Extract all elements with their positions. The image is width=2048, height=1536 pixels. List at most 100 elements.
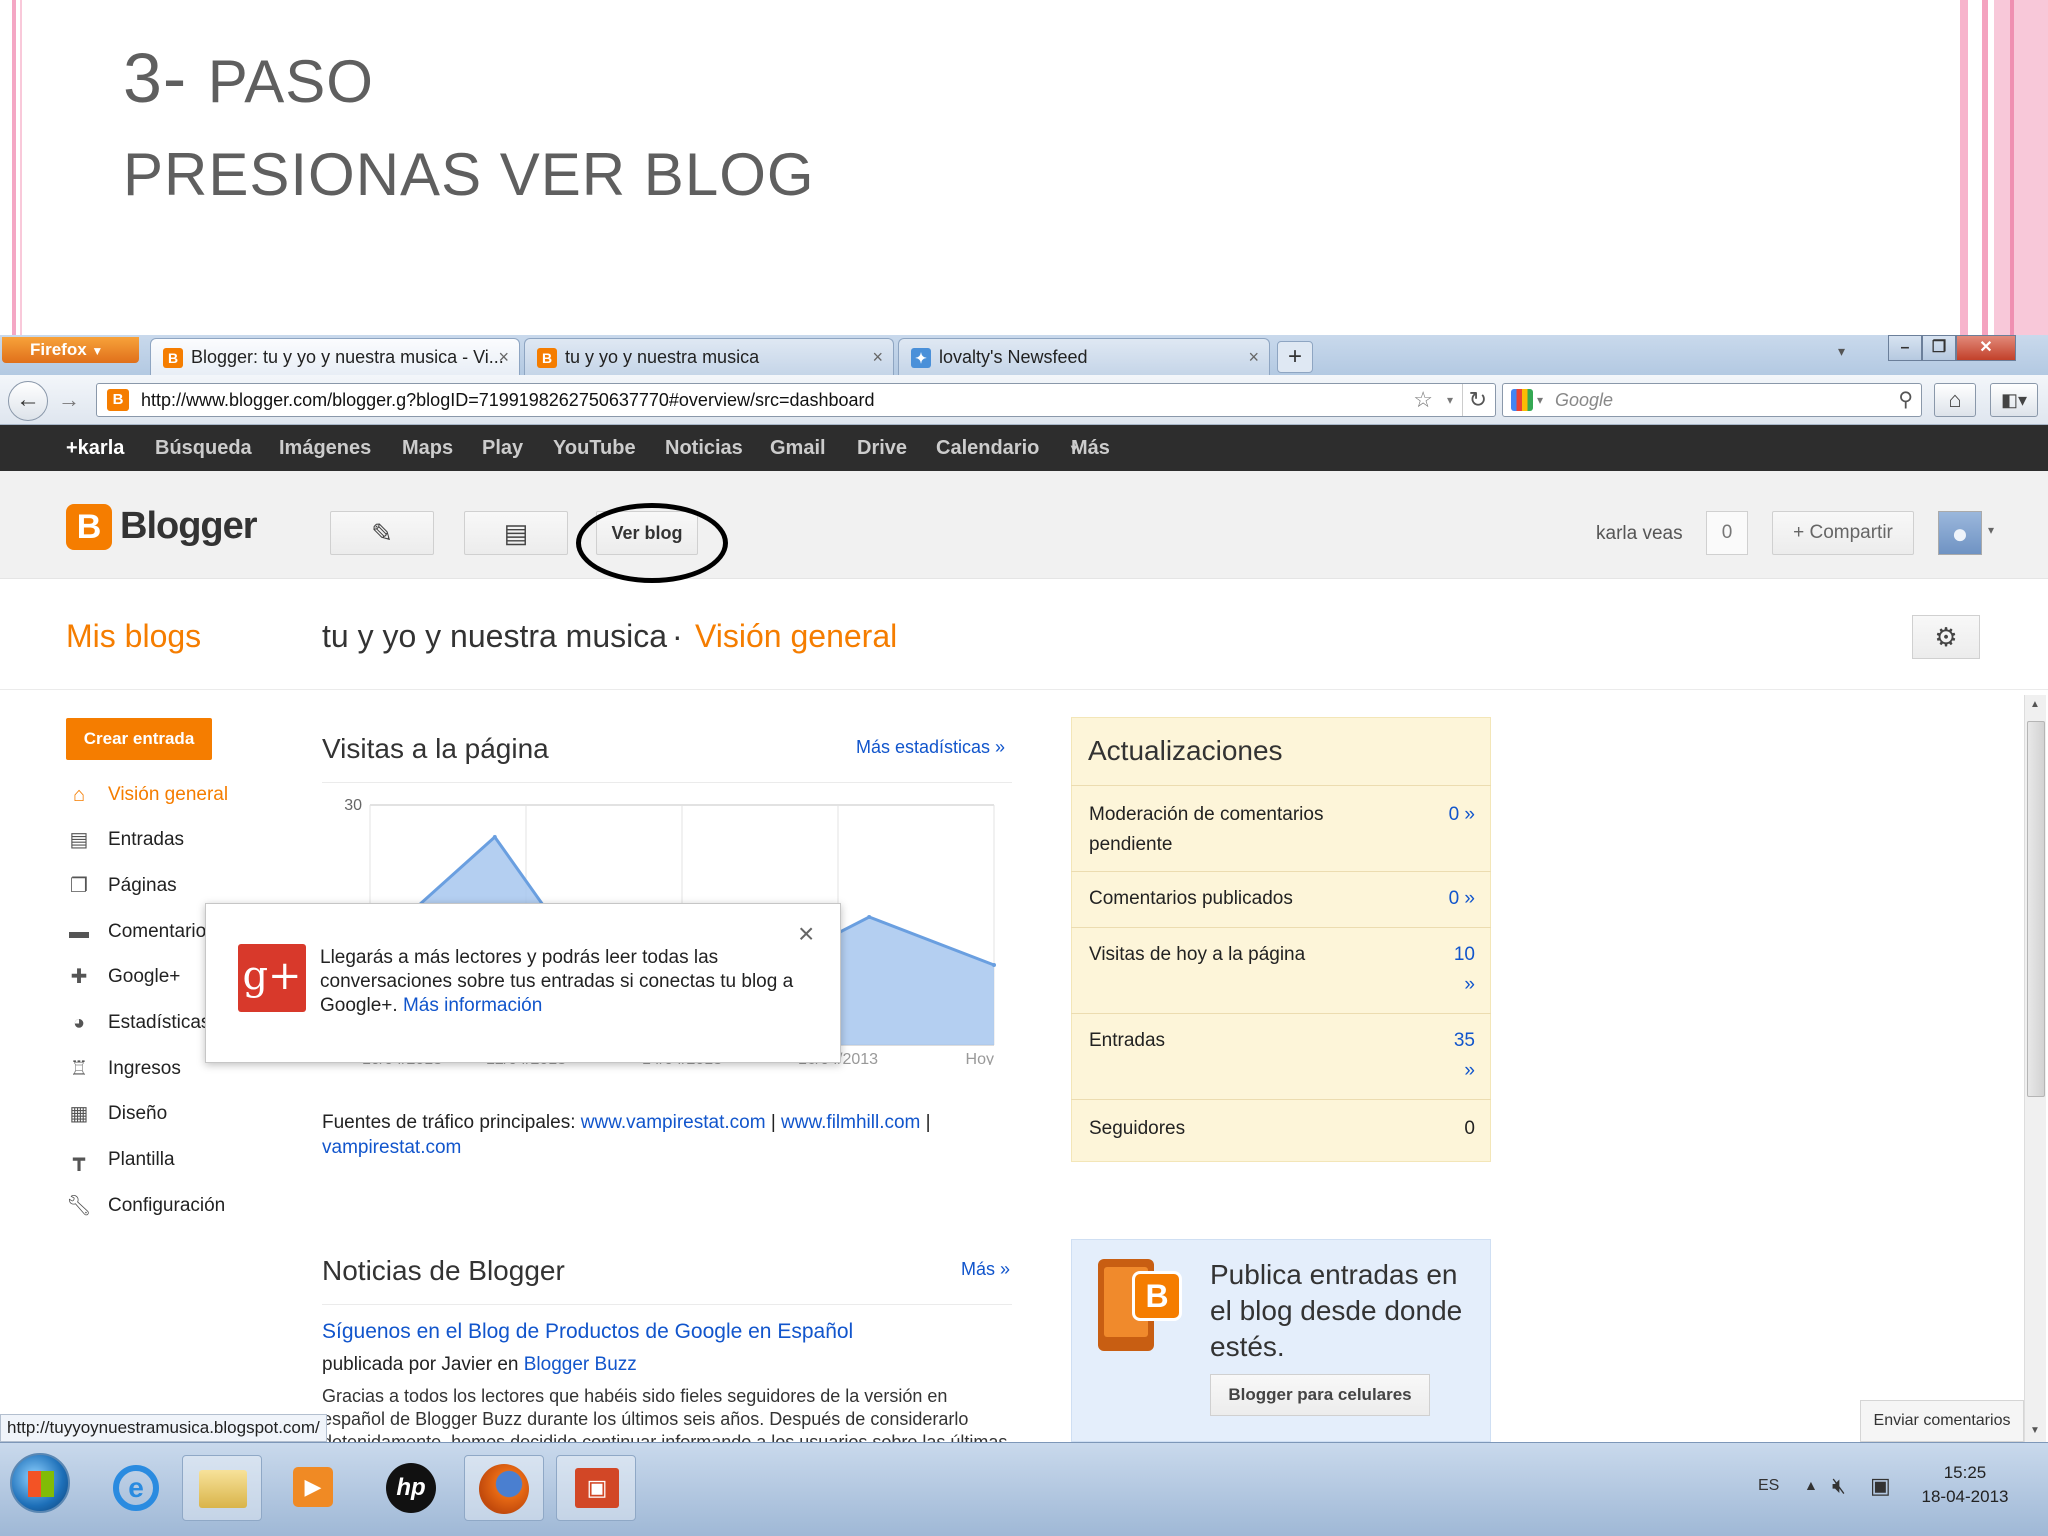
- popup-message: Llegarás a más lectores y podrás leer to…: [320, 946, 810, 1018]
- blogger-mobile-button[interactable]: Blogger para celulares: [1210, 1374, 1430, 1416]
- update-value[interactable]: 0 »: [1449, 800, 1475, 830]
- update-value[interactable]: 35 »: [1445, 1026, 1475, 1086]
- close-window-button[interactable]: ✕: [1956, 335, 2016, 361]
- volume-muted-icon[interactable]: 🔇︎: [1832, 1473, 1846, 1499]
- my-blogs-link[interactable]: Mis blogs: [66, 618, 201, 655]
- forward-button[interactable]: →: [54, 385, 84, 417]
- new-post-button[interactable]: ✎: [330, 511, 434, 555]
- slide-step-word: PASO: [207, 48, 374, 115]
- update-row-published-comments[interactable]: Comentarios publicados 0 »: [1071, 871, 1491, 927]
- send-feedback-button[interactable]: Enviar comentarios: [1860, 1400, 2024, 1442]
- sidebar-item-google-plus[interactable]: ✚ Google+: [66, 959, 181, 995]
- scrollbar[interactable]: ▲ ▼: [2024, 695, 2046, 1442]
- google-bar-maps[interactable]: Maps: [402, 425, 453, 471]
- language-indicator[interactable]: ES: [1758, 1477, 1779, 1495]
- google-bar-drive[interactable]: Drive: [857, 425, 907, 471]
- home-button[interactable]: ⌂: [1934, 383, 1976, 417]
- google-bar-images[interactable]: Imágenes: [279, 425, 371, 471]
- tab-blog[interactable]: B tu y yo y nuestra musica ×: [524, 338, 894, 375]
- update-value[interactable]: 0 »: [1449, 884, 1475, 914]
- more-info-link[interactable]: Más información: [403, 995, 542, 1016]
- sidebar-item-stats[interactable]: ◕ Estadísticas: [66, 1005, 210, 1041]
- tab-blogger-dashboard[interactable]: B Blogger: tu y yo y nuestra musica - Vi…: [150, 338, 520, 375]
- google-bar-news[interactable]: Noticias: [665, 425, 743, 471]
- addon-button[interactable]: ◧▾: [1990, 383, 2038, 417]
- sidebar-item-layout[interactable]: ▦ Diseño: [66, 1096, 168, 1132]
- new-tab-button[interactable]: +: [1277, 341, 1313, 373]
- update-row-posts[interactable]: Entradas 35 »: [1071, 1013, 1491, 1099]
- minimize-button[interactable]: –: [1888, 335, 1922, 361]
- hp-taskbar-button[interactable]: hp: [372, 1455, 452, 1521]
- search-icon[interactable]: ⚲: [1898, 384, 1913, 416]
- sidebar-item-overview[interactable]: ⌂ Visión general: [66, 777, 228, 813]
- show-hidden-icons-icon[interactable]: ▲: [1804, 1477, 1818, 1493]
- close-tab-icon[interactable]: ×: [498, 339, 509, 375]
- google-search-engine-icon[interactable]: [1511, 389, 1533, 411]
- tab-list-chevron-icon[interactable]: ▾: [1838, 343, 1845, 360]
- network-icon[interactable]: ▣: [1870, 1473, 1891, 1499]
- news-byline-prefix: publicada por Javier en: [322, 1354, 519, 1375]
- news-byline-link[interactable]: Blogger Buzz: [524, 1354, 637, 1375]
- firefox-menu-button[interactable]: Firefox ▼: [2, 337, 139, 363]
- powerpoint-taskbar-button[interactable]: ▣: [556, 1455, 636, 1521]
- sidebar-item-pages[interactable]: ❐ Páginas: [66, 868, 177, 904]
- google-bar-play[interactable]: Play: [482, 425, 523, 471]
- avatar[interactable]: ●: [1938, 511, 1982, 555]
- google-bar-profile[interactable]: +karla: [66, 425, 124, 471]
- update-value[interactable]: 10 »: [1445, 940, 1475, 1000]
- posts-list-button[interactable]: ▤: [464, 511, 568, 555]
- firefox-icon: [479, 1464, 529, 1514]
- update-row-views-today[interactable]: Visitas de hoy a la página 10 »: [1071, 927, 1491, 1013]
- settings-button[interactable]: ⚙: [1912, 615, 1980, 659]
- user-name[interactable]: karla veas: [1596, 523, 1683, 545]
- sidebar-item-template[interactable]: ┳ Plantilla: [66, 1142, 175, 1178]
- share-button[interactable]: + Compartir: [1772, 511, 1914, 555]
- bookmark-star-icon[interactable]: ☆: [1413, 384, 1433, 416]
- update-row-pending-comments[interactable]: Moderación de comentarios pendiente 0 »: [1071, 785, 1491, 871]
- close-tab-icon[interactable]: ×: [1248, 339, 1259, 375]
- url-history-chevron-icon[interactable]: ▾: [1447, 384, 1453, 416]
- sidebar-item-settings[interactable]: 🔧︎ Configuración: [66, 1188, 225, 1224]
- close-icon[interactable]: ×: [798, 918, 814, 950]
- google-bar-search[interactable]: Búsqueda: [155, 425, 252, 471]
- clock[interactable]: 15:25 18-04-2013: [1910, 1461, 2020, 1509]
- more-stats-link[interactable]: Más estadísticas »: [856, 737, 1005, 758]
- update-row-followers[interactable]: Seguidores 0: [1071, 1099, 1491, 1161]
- explorer-taskbar-button[interactable]: [182, 1455, 262, 1521]
- home-icon: ⌂: [72, 784, 86, 806]
- sidebar-item-earnings[interactable]: ♖ Ingresos: [66, 1051, 181, 1087]
- sidebar-item-comments[interactable]: ▬ Comentarios: [66, 914, 216, 950]
- reload-icon[interactable]: ↻: [1461, 384, 1487, 416]
- firefox-taskbar-button[interactable]: [464, 1455, 544, 1521]
- news-body: Gracias a todos los lectores que habéis …: [322, 1386, 1008, 1442]
- search-bar[interactable]: ▾ Google ⚲: [1502, 383, 1922, 417]
- update-label: Comentarios publicados: [1089, 888, 1293, 909]
- back-button[interactable]: ←: [8, 381, 48, 421]
- address-bar[interactable]: B http://www.blogger.com/blogger.g?blogI…: [96, 383, 1496, 417]
- google-bar-calendar[interactable]: Calendario: [936, 425, 1039, 471]
- create-post-button[interactable]: Crear entrada: [66, 718, 212, 760]
- tab-newsfeed[interactable]: ✦ lovalty's Newsfeed ×: [898, 338, 1270, 375]
- start-button[interactable]: [10, 1453, 70, 1513]
- scrollbar-thumb[interactable]: [2027, 721, 2045, 1097]
- google-bar-gmail[interactable]: Gmail: [770, 425, 826, 471]
- blog-title: tu y yo y nuestra musica: [322, 618, 668, 654]
- notification-count[interactable]: 0: [1706, 511, 1748, 555]
- blogger-logo-icon[interactable]: B: [66, 504, 112, 550]
- traffic-source-link[interactable]: vampirestat.com: [322, 1137, 461, 1158]
- search-engine-chevron-icon[interactable]: ▾: [1537, 384, 1543, 416]
- internet-explorer-taskbar-button[interactable]: e: [95, 1455, 175, 1521]
- scroll-down-arrow-icon[interactable]: ▼: [2030, 1425, 2040, 1436]
- news-more-link[interactable]: Más »: [961, 1259, 1010, 1280]
- sidebar-item-posts[interactable]: ▤ Entradas: [66, 822, 185, 858]
- traffic-source-link[interactable]: www.vampirestat.com: [581, 1112, 766, 1133]
- traffic-source-link[interactable]: www.filmhill.com: [781, 1112, 920, 1133]
- media-player-taskbar-button[interactable]: ▶: [273, 1455, 353, 1521]
- maximize-button[interactable]: ❐: [1922, 335, 1956, 361]
- google-bar-youtube[interactable]: YouTube: [553, 425, 636, 471]
- scroll-up-arrow-icon[interactable]: ▲: [2030, 699, 2040, 710]
- blogger-logo-text[interactable]: Blogger: [120, 505, 258, 548]
- account-chevron-icon[interactable]: ▾: [1988, 523, 1994, 537]
- news-headline[interactable]: Síguenos en el Blog de Productos de Goog…: [322, 1320, 853, 1344]
- close-tab-icon[interactable]: ×: [872, 339, 883, 375]
